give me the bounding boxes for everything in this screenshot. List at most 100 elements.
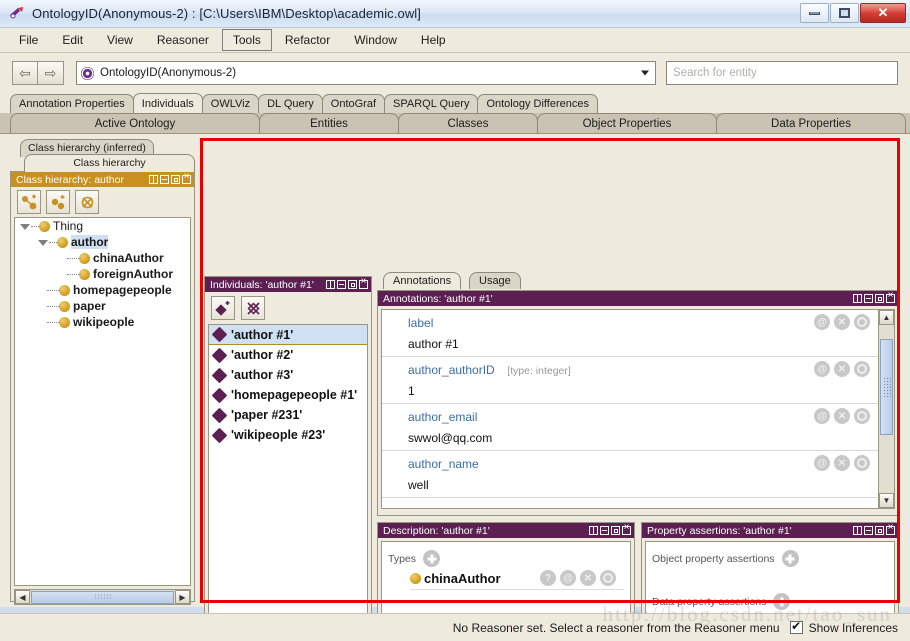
expand-twisty-icon[interactable] [19, 221, 30, 232]
expand-twisty-icon[interactable] [37, 237, 48, 248]
annotation-row[interactable]: author_email swwol@qq.com @ ✕ [382, 404, 878, 451]
edit-icon[interactable] [854, 408, 870, 424]
edit-icon[interactable] [600, 570, 616, 586]
close-panel-icon[interactable] [622, 526, 631, 535]
annotation-row[interactable]: label author #1 @ ✕ [382, 310, 878, 357]
list-item[interactable]: 'author #1' [209, 325, 367, 345]
tree-node-chinaauthor[interactable]: chinaAuthor [15, 250, 190, 266]
menu-edit[interactable]: Edit [51, 29, 94, 51]
annotations-vscrollbar[interactable]: ▲ ▼ [878, 310, 894, 508]
add-data-property-assertion-button[interactable] [773, 593, 790, 610]
annotation-property[interactable]: author_authorID [408, 363, 495, 377]
vscroll-track[interactable] [879, 325, 894, 493]
tab-active-ontology[interactable]: Active Ontology [10, 113, 260, 133]
close-panel-icon[interactable] [359, 280, 368, 289]
menu-help[interactable]: Help [410, 29, 457, 51]
tree-node-foreignauthor[interactable]: foreignAuthor [15, 266, 190, 282]
close-panel-icon[interactable] [182, 175, 191, 184]
minimize-panel-icon[interactable] [864, 294, 873, 303]
annotation-property[interactable]: author_email [408, 410, 477, 424]
tab-sparql-query[interactable]: SPARQL Query [384, 94, 478, 113]
list-item[interactable]: 'wikipeople #23' [209, 425, 367, 445]
help-icon[interactable]: ? [540, 570, 556, 586]
at-icon[interactable]: @ [814, 455, 830, 471]
annotation-row[interactable]: author_name well @ ✕ [382, 451, 878, 498]
back-button[interactable]: ⇦ [12, 61, 38, 85]
vscroll-thumb[interactable] [880, 339, 893, 435]
close-panel-icon[interactable] [886, 294, 895, 303]
list-item[interactable]: 'author #3' [209, 365, 367, 385]
hscroll-thumb[interactable] [31, 591, 174, 604]
scroll-right-icon[interactable]: ▶ [175, 590, 190, 604]
at-icon[interactable]: @ [814, 361, 830, 377]
menu-refactor[interactable]: Refactor [274, 29, 341, 51]
tab-annotation-properties[interactable]: Annotation Properties [10, 94, 134, 113]
tab-ontograf[interactable]: OntoGraf [322, 94, 385, 113]
list-item[interactable]: 'paper #231' [209, 405, 367, 425]
split-panel-icon[interactable] [589, 526, 598, 535]
tab-owlviz[interactable]: OWLViz [202, 94, 259, 113]
close-panel-icon[interactable] [886, 526, 895, 535]
tab-object-properties[interactable]: Object Properties [537, 113, 717, 133]
split-panel-icon[interactable] [149, 175, 158, 184]
tree-node-author[interactable]: author [15, 234, 190, 250]
delete-icon[interactable]: ✕ [834, 314, 850, 330]
minimize-button[interactable] [800, 3, 829, 23]
split-panel-icon[interactable] [853, 294, 862, 303]
menu-window[interactable]: Window [343, 29, 408, 51]
delete-icon[interactable]: ✕ [834, 408, 850, 424]
minimize-panel-icon[interactable] [337, 280, 346, 289]
maximize-panel-icon[interactable] [875, 526, 884, 535]
tree-node-wikipeople[interactable]: wikipeople [15, 314, 190, 330]
tab-individuals[interactable]: Individuals [133, 93, 203, 113]
annotation-row[interactable]: author_authorID [type: integer] 1 @ ✕ [382, 357, 878, 404]
edit-icon[interactable] [854, 361, 870, 377]
edit-icon[interactable] [854, 314, 870, 330]
close-button[interactable]: ✕ [860, 3, 906, 23]
annotation-property[interactable]: label [408, 316, 433, 330]
ontology-selector[interactable]: OntologyID(Anonymous-2) [76, 61, 656, 85]
at-icon[interactable]: @ [814, 314, 830, 330]
class-hierarchy-hscrollbar[interactable]: ◀ ▶ [14, 589, 191, 605]
add-sibling-class-button[interactable] [46, 190, 70, 214]
annotation-property[interactable]: author_name [408, 457, 479, 471]
delete-icon[interactable]: ✕ [834, 455, 850, 471]
maximize-panel-icon[interactable] [611, 526, 620, 535]
tab-data-properties[interactable]: Data Properties [716, 113, 906, 133]
search-input[interactable]: Search for entity [666, 61, 898, 85]
delete-icon[interactable]: ✕ [580, 570, 596, 586]
minimize-panel-icon[interactable] [160, 175, 169, 184]
add-object-property-assertion-button[interactable] [782, 550, 799, 567]
add-subclass-button[interactable] [17, 190, 41, 214]
edit-icon[interactable] [854, 455, 870, 471]
delete-icon[interactable]: ✕ [834, 361, 850, 377]
scroll-down-icon[interactable]: ▼ [879, 493, 894, 508]
tab-entities[interactable]: Entities [259, 113, 399, 133]
tree-node-homepagepeople[interactable]: homepagepeople [15, 282, 190, 298]
tab-ontology-differences[interactable]: Ontology Differences [477, 94, 598, 113]
menu-file[interactable]: File [8, 29, 49, 51]
tab-class-hierarchy[interactable]: Class hierarchy [24, 154, 195, 172]
list-item[interactable]: 'author #2' [209, 345, 367, 365]
tab-classes[interactable]: Classes [398, 113, 538, 133]
type-row[interactable]: chinaAuthor ? @ ✕ [410, 571, 624, 590]
show-inferences-checkbox[interactable] [790, 621, 803, 634]
class-hierarchy-tree[interactable]: Thing author chinaAuthor [14, 217, 191, 586]
scroll-left-icon[interactable]: ◀ [15, 590, 30, 604]
maximize-panel-icon[interactable] [875, 294, 884, 303]
minimize-panel-icon[interactable] [600, 526, 609, 535]
tree-node-thing[interactable]: Thing [15, 218, 190, 234]
at-icon[interactable]: @ [560, 570, 576, 586]
maximize-panel-icon[interactable] [348, 280, 357, 289]
menu-tools[interactable]: Tools [222, 29, 272, 51]
scroll-up-icon[interactable]: ▲ [879, 310, 894, 325]
tree-node-paper[interactable]: paper [15, 298, 190, 314]
split-panel-icon[interactable] [853, 526, 862, 535]
split-panel-icon[interactable] [326, 280, 335, 289]
tab-dl-query[interactable]: DL Query [258, 94, 323, 113]
maximize-panel-icon[interactable] [171, 175, 180, 184]
maximize-button[interactable] [830, 3, 859, 23]
menu-view[interactable]: View [96, 29, 144, 51]
list-item[interactable]: 'homepagepeople #1' [209, 385, 367, 405]
individuals-list[interactable]: 'author #1' 'author #2' 'author #3' 'hom… [208, 324, 368, 641]
